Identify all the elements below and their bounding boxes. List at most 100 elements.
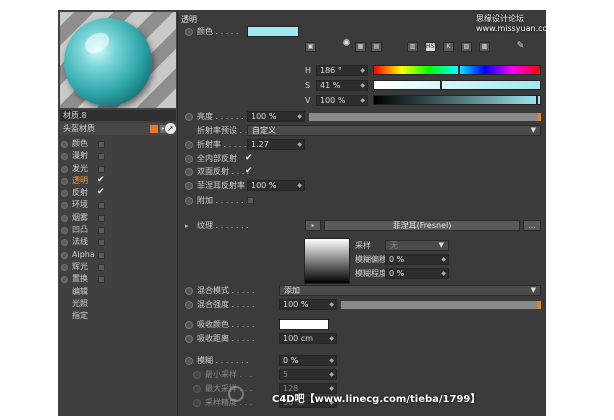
anim-dot-icon[interactable]	[185, 168, 193, 176]
hsv-mode-icon[interactable]: HSV	[425, 42, 438, 52]
mix-mode-dropdown[interactable]: 添加 ▼	[279, 285, 541, 296]
channel-item-reflectance[interactable]: 反射 ✔	[58, 187, 178, 199]
channel-checkbox[interactable]	[98, 276, 105, 284]
expand-arrow-icon[interactable]: ▸	[185, 220, 189, 232]
kelvin-icon[interactable]: K	[443, 42, 454, 52]
anim-dot-icon[interactable]	[185, 335, 193, 343]
material-color-chip[interactable]	[150, 125, 158, 133]
texture-more-button[interactable]: ...	[523, 220, 541, 231]
absorb-dist-input[interactable]: 100 cm ◆	[279, 333, 337, 344]
value-slider[interactable]	[373, 95, 541, 105]
channel-radio-icon[interactable]	[61, 153, 68, 161]
anim-dot-icon[interactable]	[193, 399, 201, 407]
channel-item[interactable]: 烟雾	[58, 212, 178, 224]
channel-checkbox[interactable]	[98, 227, 105, 235]
channel-item[interactable]: 凹凸	[58, 224, 178, 236]
texture-shader-button[interactable]: 菲涅耳(Fresnel)	[324, 220, 520, 231]
double-sided-checkbox[interactable]: ✔	[245, 165, 253, 177]
channel-radio-icon[interactable]	[61, 276, 68, 284]
channel-radio-icon[interactable]	[61, 202, 68, 210]
channel-item[interactable]: 辉光	[58, 261, 178, 273]
mix-strength-input[interactable]: 100 % ◆	[279, 299, 337, 310]
channel-item[interactable]: 漫射	[58, 150, 178, 162]
channel-item-transparency[interactable]: 透明 ✔	[58, 175, 178, 187]
saturation-marker[interactable]	[440, 80, 443, 90]
blur-offset-input[interactable]: 0 % ◆	[385, 254, 449, 265]
material-header-row[interactable]: 头盔材质 ▸ ➚	[60, 123, 176, 135]
sub-item-assign[interactable]: 指定	[58, 310, 178, 322]
hue-slider[interactable]	[373, 65, 541, 75]
color-swatch[interactable]	[247, 26, 299, 37]
picker-icon[interactable]: ▣	[305, 42, 316, 52]
anim-dot-icon[interactable]	[185, 321, 193, 329]
sub-item-illumination[interactable]: 光照	[58, 298, 178, 310]
brightness-slider[interactable]	[309, 113, 541, 121]
hue-input[interactable]: 186 ° ◆	[316, 65, 368, 76]
anim-dot-icon[interactable]	[185, 28, 193, 36]
blur-input[interactable]: 0 % ◆	[279, 355, 337, 366]
palette-icon[interactable]: ▧	[461, 42, 472, 52]
anim-dot-icon[interactable]	[193, 371, 201, 379]
anim-dot-icon[interactable]	[185, 301, 193, 309]
channel-item[interactable]: 置换	[58, 273, 178, 285]
channel-radio-icon[interactable]	[61, 141, 68, 148]
additive-checkbox[interactable]	[247, 197, 254, 204]
anim-dot-icon[interactable]	[185, 182, 193, 190]
checkmark-icon[interactable]: ✔	[97, 174, 105, 186]
texture-menu-button[interactable]: ▸	[305, 220, 321, 231]
hue-marker[interactable]	[458, 65, 461, 75]
total-internal-checkbox[interactable]: ✔	[245, 152, 253, 164]
channel-radio-icon[interactable]	[61, 251, 68, 259]
saturation-input[interactable]: 41 % ◆	[316, 80, 368, 91]
blur-scale-input[interactable]: 0 % ◆	[385, 268, 449, 279]
channel-radio-icon[interactable]	[61, 165, 68, 173]
sun-icon[interactable]: ✺	[341, 39, 352, 50]
channel-radio-icon[interactable]	[61, 190, 68, 198]
value-marker[interactable]	[536, 95, 538, 105]
anim-dot-icon[interactable]	[185, 287, 193, 295]
channel-item[interactable]: 环境	[58, 199, 178, 211]
anim-dot-icon[interactable]	[185, 141, 193, 149]
ior-input[interactable]: 1.27 ◆	[247, 139, 305, 150]
mix-strength-slider[interactable]	[341, 301, 541, 309]
anim-dot-icon[interactable]	[185, 113, 193, 121]
channel-checkbox[interactable]	[98, 239, 105, 247]
channel-radio-icon[interactable]	[61, 214, 68, 222]
material-name[interactable]: 材质.8	[60, 110, 176, 121]
fresnel-input[interactable]: 100 % ◆	[247, 180, 305, 191]
channel-item[interactable]: 颜色	[58, 138, 178, 150]
absorb-color-swatch[interactable]	[279, 319, 329, 330]
channel-radio-icon[interactable]	[61, 263, 68, 271]
sampling-dropdown[interactable]: 无 ▼	[385, 240, 449, 251]
ior-preset-dropdown[interactable]: 自定义 ▼	[247, 125, 541, 136]
anim-dot-icon[interactable]	[185, 155, 193, 163]
channel-checkbox[interactable]	[98, 263, 105, 271]
channel-checkbox[interactable]	[98, 141, 105, 148]
channel-radio-icon[interactable]	[61, 227, 68, 235]
channel-item[interactable]: 法线	[58, 236, 178, 248]
brightness-input[interactable]: 100 % ◆	[247, 111, 305, 122]
swatches-icon[interactable]: ▩	[479, 42, 490, 52]
channel-radio-icon[interactable]	[61, 177, 68, 185]
gradient-icon[interactable]: ▤	[371, 42, 382, 52]
anim-dot-icon[interactable]	[185, 357, 193, 365]
anim-dot-icon[interactable]	[185, 197, 193, 205]
channel-checkbox[interactable]	[98, 214, 105, 222]
channel-item[interactable]: Alpha	[58, 249, 178, 261]
image-icon[interactable]: ▦	[355, 42, 366, 52]
channel-checkbox[interactable]	[98, 251, 105, 259]
eyedropper-icon[interactable]: ✎	[515, 42, 526, 52]
min-samples-input[interactable]: 5 ◆	[279, 369, 337, 380]
channel-radio-icon[interactable]	[61, 239, 68, 247]
sub-item-edit[interactable]: 编辑	[58, 286, 178, 298]
material-preview[interactable]	[60, 12, 176, 108]
rgb-icon[interactable]: ▥	[407, 42, 418, 52]
channel-item[interactable]: 发光	[58, 163, 178, 175]
value-input[interactable]: 100 % ◆	[316, 95, 368, 106]
channel-checkbox[interactable]	[98, 153, 105, 161]
saturation-slider[interactable]	[373, 80, 541, 90]
checkmark-icon[interactable]: ✔	[97, 186, 105, 198]
channel-checkbox[interactable]	[98, 165, 105, 173]
channel-checkbox[interactable]	[98, 202, 105, 210]
anim-dot-icon[interactable]	[193, 385, 201, 393]
